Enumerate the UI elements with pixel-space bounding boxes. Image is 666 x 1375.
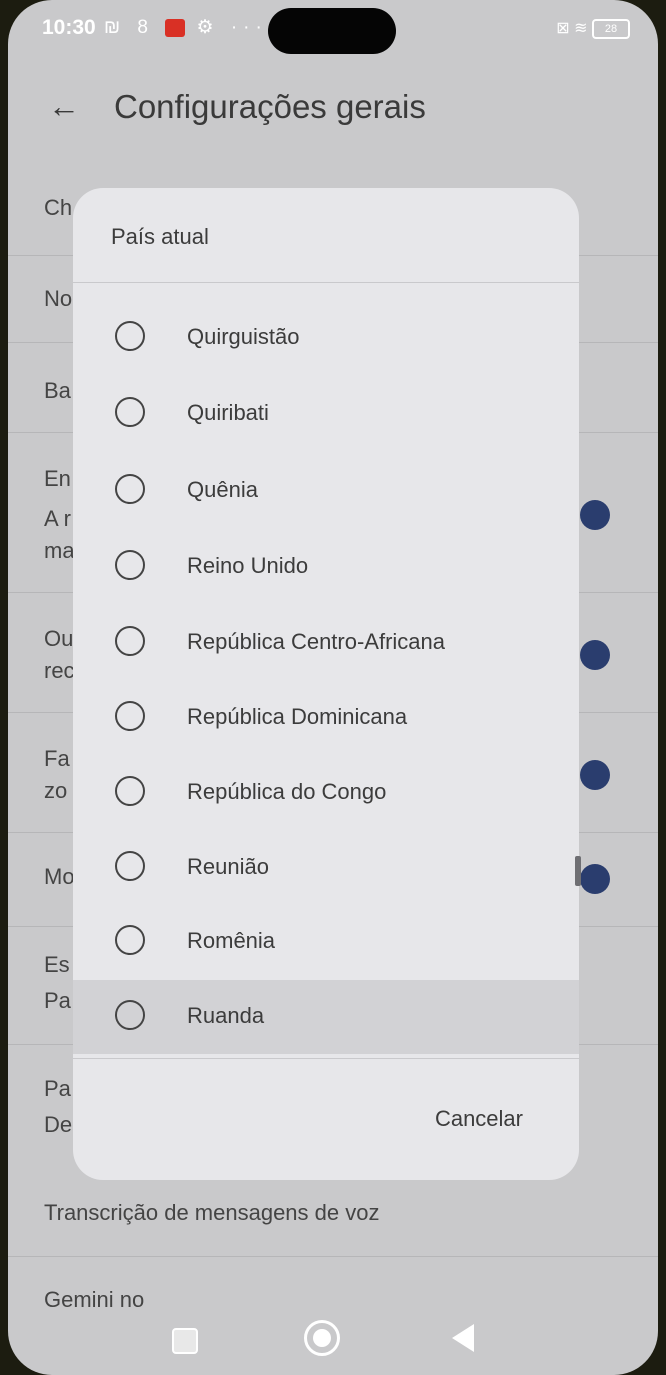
camera-notch bbox=[268, 8, 396, 54]
page-title: Configurações gerais bbox=[114, 88, 426, 125]
back-arrow-icon[interactable]: ← bbox=[42, 84, 86, 128]
cancel-button[interactable]: Cancelar bbox=[435, 1106, 523, 1132]
status-left-icons: ₪ 8 ⚙ ··· bbox=[104, 16, 268, 39]
dialog-divider bbox=[73, 1058, 579, 1059]
country-option[interactable]: República Dominicana bbox=[73, 681, 579, 755]
phone-screen: 10:30 ₪ 8 ⚙ ··· ⊠ ≋ 28 ← Configurações g… bbox=[8, 0, 658, 1375]
radio-unchecked-icon[interactable] bbox=[115, 474, 145, 504]
setting-toggle-4[interactable] bbox=[580, 500, 610, 530]
dialog-scrollbar[interactable] bbox=[575, 856, 581, 886]
radio-unchecked-icon[interactable] bbox=[115, 1000, 145, 1030]
battery-icon: 28 bbox=[592, 18, 630, 39]
mail-notification-icon bbox=[165, 18, 186, 37]
country-option-label: Reino Unido bbox=[187, 553, 309, 578]
setting-row-voice-transcription[interactable]: Transcrição de mensagens de voz bbox=[44, 1200, 379, 1226]
country-option[interactable]: Ruanda bbox=[73, 980, 579, 1054]
setting-row-4-desc2: ma bbox=[44, 538, 75, 563]
country-option-label: Quirguistão bbox=[187, 324, 300, 349]
radio-unchecked-icon[interactable] bbox=[115, 701, 145, 731]
setting-row-4-desc: A r bbox=[44, 506, 71, 531]
country-option[interactable]: Quirguistão bbox=[73, 301, 579, 375]
system-nav-bar bbox=[8, 1300, 658, 1375]
country-option-label: Ruanda bbox=[187, 1003, 265, 1028]
radio-unchecked-icon[interactable] bbox=[115, 321, 145, 351]
setting-row-1[interactable]: Ch bbox=[44, 195, 72, 221]
country-option-label: Quênia bbox=[187, 477, 258, 502]
setting-row-5[interactable]: Ou bbox=[44, 626, 73, 652]
wifi-icon: ⊠ ≋ bbox=[556, 20, 588, 37]
dialog-divider bbox=[73, 282, 579, 283]
radio-unchecked-icon[interactable] bbox=[115, 397, 145, 427]
back-triangle-icon[interactable] bbox=[452, 1324, 474, 1352]
setting-row-2[interactable]: No bbox=[44, 286, 72, 312]
notification-icons: ₪ 8 bbox=[104, 17, 154, 38]
country-option[interactable]: República do Congo bbox=[73, 756, 579, 830]
dialog-title: País atual bbox=[111, 224, 209, 249]
country-option-label: República do Congo bbox=[187, 779, 387, 804]
status-time: 10:30 bbox=[42, 16, 96, 39]
status-bar: 10:30 ₪ 8 ⚙ ··· ⊠ ≋ 28 bbox=[8, 0, 658, 56]
country-option[interactable]: Quênia bbox=[73, 454, 579, 528]
country-option[interactable]: República Centro-Africana bbox=[73, 606, 579, 680]
setting-toggle-7[interactable] bbox=[580, 864, 610, 894]
status-right-icons: ⊠ ≋ 28 bbox=[556, 18, 630, 39]
country-option[interactable]: Reino Unido bbox=[73, 530, 579, 604]
setting-row-7[interactable]: Mo bbox=[44, 864, 75, 890]
setting-row-4[interactable]: En bbox=[44, 466, 71, 492]
country-option-label: Romênia bbox=[187, 928, 276, 953]
recents-square-icon[interactable] bbox=[172, 1328, 198, 1354]
setting-row-8[interactable]: Es bbox=[44, 952, 70, 978]
country-option[interactable]: Quiribati bbox=[73, 377, 579, 451]
setting-row-8-desc: Pa bbox=[44, 988, 71, 1013]
country-option-label: República Dominicana bbox=[187, 704, 408, 729]
radio-unchecked-icon[interactable] bbox=[115, 626, 145, 656]
setting-row-9[interactable]: Pa bbox=[44, 1076, 71, 1102]
country-option[interactable]: Reunião bbox=[73, 831, 579, 905]
setting-row-6-desc: zo bbox=[44, 778, 68, 803]
home-circle-icon[interactable] bbox=[304, 1320, 340, 1356]
radio-unchecked-icon[interactable] bbox=[115, 776, 145, 806]
divider bbox=[8, 1256, 658, 1257]
app-bar: ← Configurações gerais bbox=[8, 70, 658, 146]
setting-row-6[interactable]: Fa bbox=[44, 746, 70, 772]
country-option-label: República Centro-Africana bbox=[187, 629, 446, 654]
radio-unchecked-icon[interactable] bbox=[115, 925, 145, 955]
radio-unchecked-icon[interactable] bbox=[115, 550, 145, 580]
setting-toggle-5[interactable] bbox=[580, 640, 610, 670]
country-option-label: Reunião bbox=[187, 854, 269, 879]
setting-row-5-desc: rec bbox=[44, 658, 75, 683]
setting-toggle-6[interactable] bbox=[580, 760, 610, 790]
setting-row-9-desc: De bbox=[44, 1112, 73, 1137]
setting-row-3[interactable]: Ba bbox=[44, 378, 71, 404]
country-option[interactable]: Romênia bbox=[73, 905, 579, 979]
settings-notification-icon: ⚙ ··· bbox=[196, 17, 268, 38]
radio-unchecked-icon[interactable] bbox=[115, 851, 145, 881]
country-option-label: Quiribati bbox=[187, 400, 269, 425]
country-dialog: País atual Quirguistão Quiribati Quênia … bbox=[73, 188, 581, 1180]
